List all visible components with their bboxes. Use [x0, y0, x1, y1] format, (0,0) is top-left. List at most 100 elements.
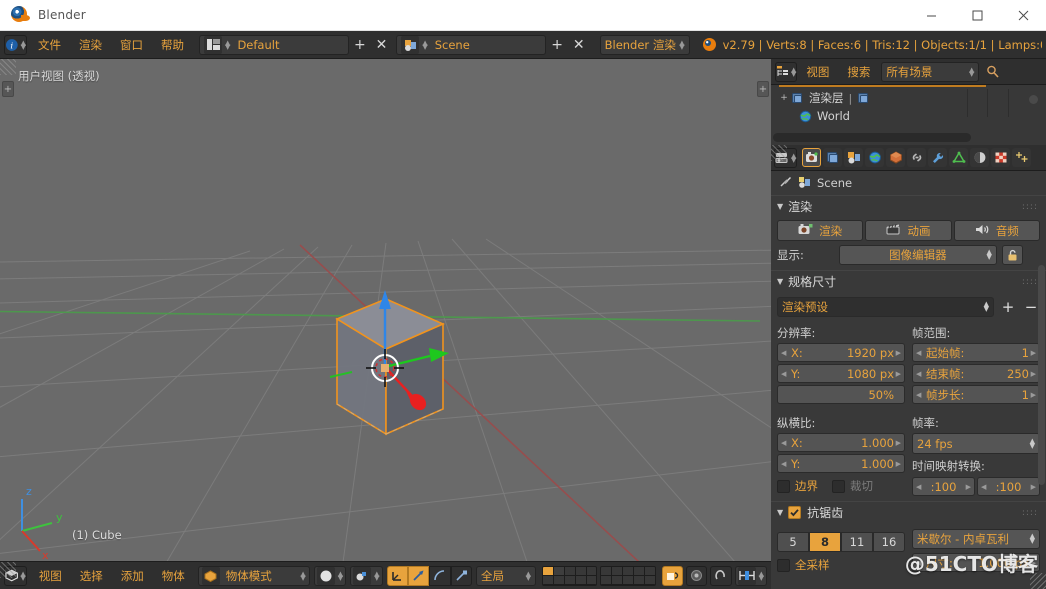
properties-tab-render-layers[interactable]: [823, 148, 843, 167]
layout-spinner[interactable]: ▲ ▼: [225, 39, 230, 50]
framerate-dropdown[interactable]: 24 fps ▲ ▼: [912, 433, 1040, 454]
outliner-row-world[interactable]: World: [771, 107, 1046, 125]
engine-spinner[interactable]: ▲ ▼: [679, 39, 684, 50]
render-audio-button[interactable]: 音频: [953, 220, 1040, 241]
decrement-arrow-icon[interactable]: ◀: [981, 483, 986, 491]
delete-layout-button[interactable]: ✕: [371, 35, 393, 55]
properties-tab-constraints[interactable]: [907, 148, 927, 167]
editor-type-spinner[interactable]: ▲ ▼: [21, 39, 26, 50]
properties-editor[interactable]: ▲ ▼ Scene ▼ 渲染:::: 渲染 动画 音频 显示: 图像编辑器 ▲…: [771, 145, 1046, 589]
properties-editor-spinner[interactable]: ▲ ▼: [791, 152, 796, 163]
viewport-shading-selector[interactable]: ▲ ▼: [313, 565, 347, 586]
properties-vertical-scrollbar[interactable]: [1038, 265, 1045, 485]
aa-sample-16[interactable]: 16: [873, 532, 905, 552]
resolution-y-field[interactable]: ◀ Y: 1080 px ▶: [777, 364, 905, 383]
layer-cell[interactable]: [612, 575, 624, 585]
delete-scene-button[interactable]: ✕: [568, 35, 590, 55]
properties-tab-material[interactable]: [970, 148, 990, 167]
outliner-editor[interactable]: ▲ ▼ 视图 搜索 所有场景 ▲ ▼ + 渲染层 | World: [771, 59, 1046, 145]
decrement-arrow-icon[interactable]: ◀: [781, 439, 786, 447]
crop-checkbox-group[interactable]: 裁切: [832, 478, 873, 494]
maximize-icon[interactable]: [954, 0, 1000, 31]
pin-icon[interactable]: [779, 175, 792, 191]
screen-layout-selector[interactable]: ▲ ▼ Default: [199, 34, 350, 55]
aa-filter-size-field[interactable]: ◀ 尺寸: 1.000 px ▶: [912, 553, 1040, 572]
layer-cell[interactable]: [587, 566, 597, 576]
properties-tab-world[interactable]: [865, 148, 885, 167]
display-mode-dropdown[interactable]: 图像编辑器 ▲ ▼: [838, 245, 997, 265]
toolshelf-expand-button[interactable]: +: [2, 81, 14, 97]
close-icon[interactable]: [1000, 0, 1046, 31]
antialiasing-checkbox[interactable]: [788, 506, 802, 519]
panel-header-render[interactable]: ▼ 渲染 ::::: [771, 195, 1046, 217]
border-checkbox-group[interactable]: 边界: [777, 478, 818, 494]
increment-arrow-icon[interactable]: ▶: [896, 349, 901, 357]
add-scene-button[interactable]: +: [546, 35, 568, 55]
aa-filter-dropdown[interactable]: 米歇尔 - 内卓瓦利 ▲ ▼: [912, 529, 1040, 549]
increment-arrow-icon[interactable]: ▶: [1031, 559, 1036, 567]
crop-checkbox[interactable]: [832, 479, 845, 493]
mode-spinner[interactable]: ▲ ▼: [300, 570, 305, 581]
layer-cell[interactable]: [543, 566, 554, 576]
layer-cell[interactable]: [601, 566, 613, 576]
interaction-mode-selector[interactable]: 物体模式 ▲ ▼: [197, 565, 310, 586]
scene-selector[interactable]: ▲ ▼ Scene: [396, 34, 547, 55]
layer-cell[interactable]: [623, 566, 635, 576]
layer-cell[interactable]: [634, 566, 646, 576]
decrement-arrow-icon[interactable]: ◀: [916, 559, 921, 567]
menu-add[interactable]: 添加: [112, 566, 153, 586]
outliner-tree[interactable]: + 渲染层 | World: [771, 85, 1046, 145]
layer-cell[interactable]: [634, 575, 646, 585]
increment-arrow-icon[interactable]: ▶: [1031, 391, 1036, 399]
outliner-horizontal-scrollbar[interactable]: [773, 133, 971, 142]
increment-arrow-icon[interactable]: ▶: [1031, 370, 1036, 378]
outliner-editor-icon[interactable]: ▲ ▼: [775, 61, 798, 82]
decrement-arrow-icon[interactable]: ◀: [916, 349, 921, 357]
layer-cell[interactable]: [576, 575, 587, 585]
render-layer-copy-icon[interactable]: [857, 92, 870, 105]
pivot-spinner[interactable]: ▲ ▼: [374, 570, 379, 581]
resolution-percentage-field[interactable]: 50%: [777, 385, 905, 404]
increment-arrow-icon[interactable]: ▶: [896, 370, 901, 378]
3d-viewport[interactable]: z y x 用户视图 (透视) (1) Cube + +: [0, 59, 771, 561]
properties-tab-render[interactable]: [802, 148, 822, 167]
frame-step-field[interactable]: ◀ 帧步长: 1 ▶: [912, 385, 1040, 404]
render-engine-selector[interactable]: Blender 渲染 ▲ ▼: [599, 34, 690, 55]
menu-window[interactable]: 窗口: [111, 35, 152, 55]
properties-tab-particles[interactable]: [1012, 148, 1032, 167]
proportional-edit-icon[interactable]: [685, 565, 708, 586]
time-remap-new-field[interactable]: ◀ :100 ▶: [977, 477, 1040, 496]
shading-spinner[interactable]: ▲ ▼: [338, 570, 343, 581]
layer-cell[interactable]: [645, 566, 655, 576]
render-preset-dropdown[interactable]: 渲染预设 ▲ ▼: [777, 297, 994, 317]
aspect-x-field[interactable]: ◀ X: 1.000 ▶: [777, 433, 905, 452]
properties-tab-data[interactable]: [949, 148, 969, 167]
scene-layers-grid-second[interactable]: [600, 565, 656, 586]
properties-region-expand-button[interactable]: +: [757, 81, 769, 97]
pivot-point-selector[interactable]: ▲ ▼: [350, 565, 383, 586]
increment-arrow-icon[interactable]: ▶: [896, 439, 901, 447]
snap-magnet-icon[interactable]: [710, 565, 732, 586]
layer-cell[interactable]: [623, 575, 635, 585]
menu-render[interactable]: 渲染: [70, 35, 111, 55]
render-still-button[interactable]: 渲染: [777, 220, 864, 241]
layer-cell[interactable]: [554, 575, 565, 585]
decrement-arrow-icon[interactable]: ◀: [916, 391, 921, 399]
layer-cell[interactable]: [554, 566, 565, 576]
manipulator-toggle-icon[interactable]: [386, 565, 408, 586]
scene-spinner[interactable]: ▲ ▼: [422, 39, 427, 50]
outliner-menu-search[interactable]: 搜索: [838, 62, 879, 82]
aspect-y-field[interactable]: ◀ Y: 1.000 ▶: [777, 454, 905, 473]
layer-cell[interactable]: [587, 575, 597, 585]
expand-toggle-icon[interactable]: +: [779, 93, 789, 103]
outliner-editor-spinner[interactable]: ▲ ▼: [791, 66, 796, 77]
menu-object[interactable]: 物体: [153, 566, 194, 586]
decrement-arrow-icon[interactable]: ◀: [916, 370, 921, 378]
properties-tab-texture[interactable]: [991, 148, 1011, 167]
frame-end-field[interactable]: ◀ 结束帧: 250 ▶: [912, 364, 1040, 383]
add-layout-button[interactable]: +: [349, 35, 371, 55]
increment-arrow-icon[interactable]: ▶: [1031, 349, 1036, 357]
border-checkbox[interactable]: [777, 479, 790, 493]
scene-layers-grid[interactable]: [542, 565, 598, 586]
decrement-arrow-icon[interactable]: ◀: [781, 460, 786, 468]
